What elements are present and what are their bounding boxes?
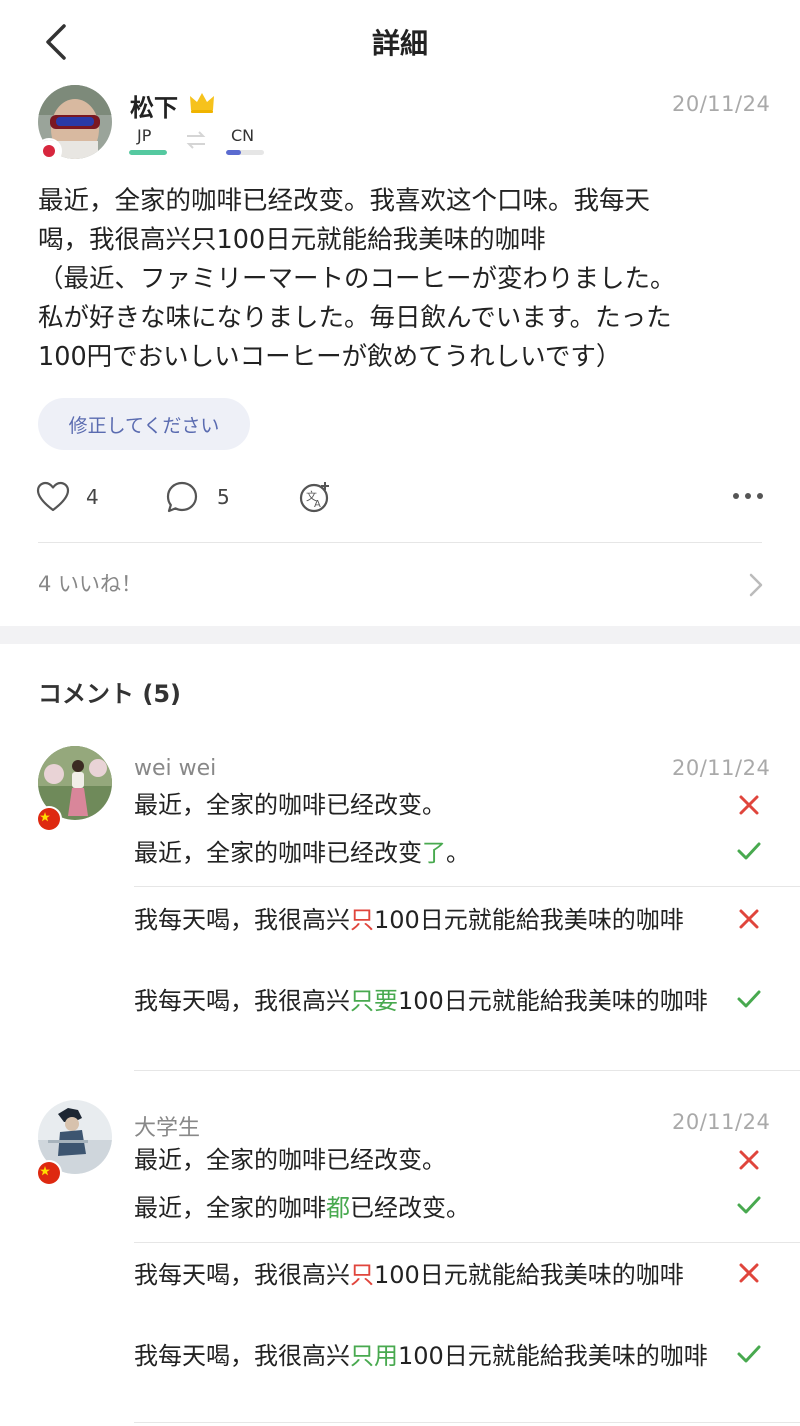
divider <box>134 1422 800 1423</box>
request-correction-button[interactable]: 修正してください <box>38 398 250 450</box>
error-highlight: 只 <box>350 906 374 934</box>
sentence-text: 最近，全家的咖啡已经改变。 <box>134 1146 446 1174</box>
original-sentence: 我每天喝，我很高兴只100日元就能給我美味的咖啡 <box>134 902 724 938</box>
original-sentence: 最近，全家的咖啡已经改变。 <box>134 1142 724 1178</box>
check-mark-icon <box>736 1192 762 1222</box>
divider <box>38 542 762 543</box>
sentence-text: 已经改变。 <box>350 1194 470 1222</box>
chevron-right-icon[interactable] <box>748 572 764 602</box>
sentence-text: 100日元就能給我美味的咖啡 <box>374 906 684 934</box>
post-body: 最近，全家的咖啡已经改变。我喜欢这个口味。我每天 喝，我很高兴只100日元就能給… <box>38 182 768 377</box>
sentence-text: 最近，全家的咖啡已经改变。 <box>134 791 446 819</box>
comments-title: コメント (5) <box>38 680 181 708</box>
check-mark-icon <box>736 1341 762 1371</box>
sentence-text: 100日元就能給我美味的咖啡 <box>398 1342 708 1370</box>
post-line: （最近、ファミリーマートのコーヒーが変わりました。 <box>38 264 676 294</box>
sentence-text: 我每天喝，我很高兴 <box>134 906 350 934</box>
post-line: 喝，我很高兴只100日元就能給我美味的咖啡 <box>38 225 546 255</box>
wrong-mark-icon <box>736 906 762 936</box>
swap-arrows-icon <box>184 130 208 154</box>
learning-language-bar <box>129 150 167 155</box>
corrected-sentence: 最近，全家的咖啡都已经改变。 <box>134 1190 724 1226</box>
corrected-sentence: 我每天喝，我很高兴只要100日元就能給我美味的咖啡 <box>134 983 724 1019</box>
more-options-button[interactable] <box>730 488 766 504</box>
divider <box>134 1070 800 1071</box>
translate-icon: 文 A <box>299 482 329 513</box>
post-line: 100円でおいしいコーヒーが飲めてうれしいです） <box>38 342 622 372</box>
correction-highlight: 了 <box>422 839 446 867</box>
more-dots-icon <box>733 493 763 499</box>
original-sentence: 最近，全家的咖啡已经改变。 <box>134 787 724 823</box>
check-mark-icon <box>736 838 762 868</box>
post-line: 私が好きな味になりました。毎日飲んでいます。たった <box>38 303 672 333</box>
sentence-text: 我每天喝，我很高兴 <box>134 1261 350 1289</box>
original-sentence: 我每天喝，我很高兴只100日元就能給我美味的咖啡 <box>134 1257 724 1293</box>
sentence-text: 最近，全家的咖啡已经改变 <box>134 839 422 867</box>
corrected-sentence: 最近，全家的咖啡已经改变了。 <box>134 835 724 871</box>
divider <box>134 1242 800 1243</box>
wrong-mark-icon <box>736 1260 762 1290</box>
divider <box>134 886 800 887</box>
correction-highlight: 只要 <box>350 987 398 1015</box>
error-highlight: 只 <box>350 1261 374 1289</box>
post-line: 最近，全家的咖啡已经改变。我喜欢这个口味。我每天 <box>38 186 651 216</box>
china-flag-icon <box>36 1160 62 1186</box>
sentence-text: 最近，全家的咖啡 <box>134 1194 326 1222</box>
like-button[interactable]: 4 <box>36 480 108 516</box>
sentence-text: 100日元就能給我美味的咖啡 <box>398 987 708 1015</box>
sentence-text: 我每天喝，我很高兴 <box>134 987 350 1015</box>
check-mark-icon <box>736 986 762 1016</box>
correction-highlight: 只用 <box>350 1342 398 1370</box>
like-count: 4 <box>86 485 99 509</box>
correction-highlight: 都 <box>326 1194 350 1222</box>
author-name[interactable]: 松下 <box>130 88 178 123</box>
post-date: 20/11/24 <box>672 92 771 116</box>
comment-count: 5 <box>217 485 230 509</box>
native-language: CN <box>231 126 255 145</box>
crown-icon <box>188 90 216 118</box>
japan-flag-icon <box>36 138 62 164</box>
commenter-name[interactable]: 大学生 <box>134 1110 200 1142</box>
wrong-mark-icon <box>736 792 762 822</box>
learning-language: JP <box>137 126 152 145</box>
comment-button[interactable]: 5 <box>165 480 237 516</box>
wrong-mark-icon <box>736 1147 762 1177</box>
corrected-sentence: 我每天喝，我很高兴只用100日元就能給我美味的咖啡 <box>134 1338 724 1374</box>
svg-text:A: A <box>314 499 321 510</box>
comment-bubble-icon <box>166 481 198 513</box>
commenter-name[interactable]: wei wei <box>134 756 216 781</box>
page-title: 詳細 <box>371 27 428 60</box>
sentence-text: 100日元就能給我美味的咖啡 <box>374 1261 684 1289</box>
heart-icon <box>36 481 70 512</box>
native-language-bar <box>226 150 264 155</box>
comment-date: 20/11/24 <box>672 1110 771 1134</box>
likes-summary-text[interactable]: 4 いいね！ <box>38 568 142 598</box>
comment-date: 20/11/24 <box>672 756 771 780</box>
section-separator <box>0 626 800 644</box>
sentence-text: 我每天喝，我很高兴 <box>134 1342 350 1370</box>
sentence-text: 。 <box>446 839 470 867</box>
translate-button[interactable]: 文 A <box>298 480 332 514</box>
china-flag-icon <box>36 806 62 832</box>
